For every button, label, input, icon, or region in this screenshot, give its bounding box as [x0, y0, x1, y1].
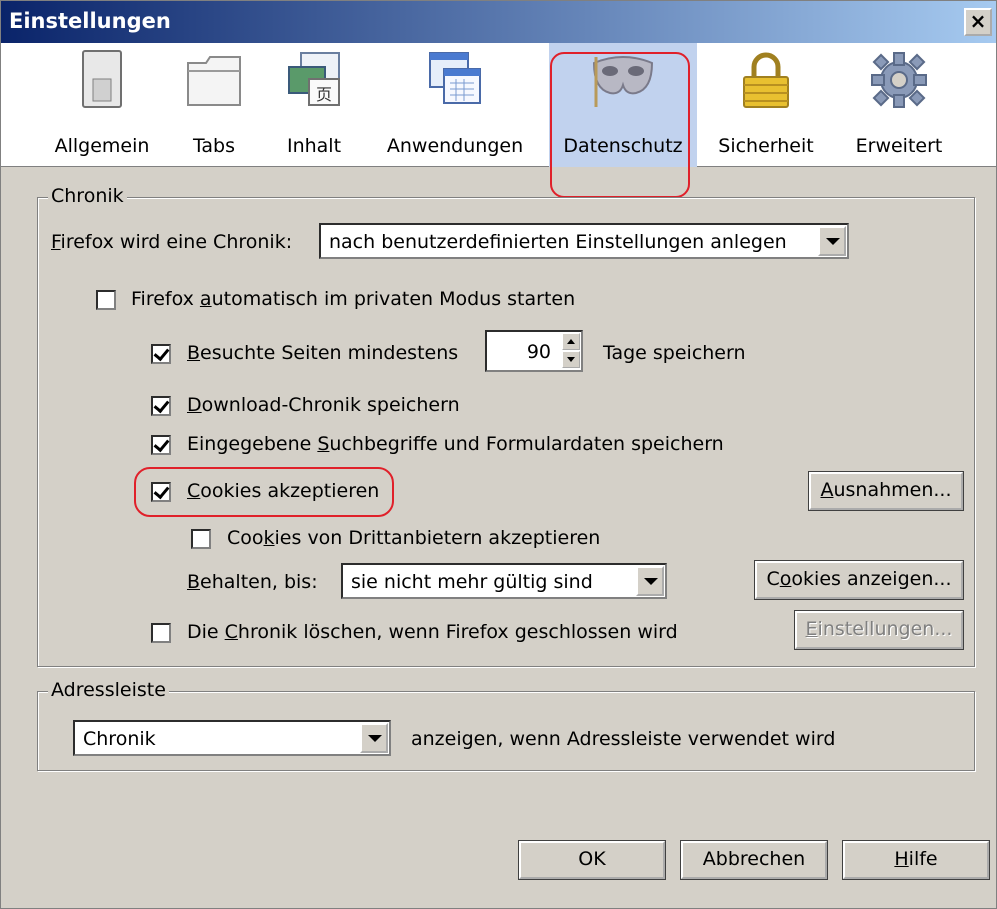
visited-days-value: 90 — [526, 341, 551, 363]
svg-text:页: 页 — [316, 85, 332, 104]
history-mode-select[interactable]: nach benutzerdefinierten Einstellungen a… — [319, 223, 849, 259]
visited-pages-label: Besuchte Seiten mindestens — [187, 342, 459, 364]
tab-sicherheit[interactable]: Sicherheit — [711, 43, 821, 167]
tab-tabs[interactable]: Tabs — [169, 43, 259, 167]
category-toolbar: Allgemein Tabs 页 Inhalt Anwendungen Date… — [1, 43, 996, 198]
chevron-down-icon[interactable] — [818, 226, 846, 256]
tab-anwendungen[interactable]: Anwendungen — [379, 43, 531, 167]
addressbar-legend: Adressleiste — [48, 679, 169, 701]
close-button[interactable]: × — [964, 8, 992, 36]
applications-icon — [429, 52, 481, 104]
tab-allgemein[interactable]: Allgemein — [47, 43, 157, 167]
title-bar[interactable]: Einstellungen × — [1, 1, 996, 43]
private-mode-label: Firefox automatisch im privaten Modus st… — [131, 288, 576, 310]
search-form-label: Eingegebene Suchbegriffe und Formulardat… — [187, 433, 724, 455]
spin-up-icon[interactable] — [562, 333, 580, 350]
days-suffix-label: Tage speichern — [603, 342, 746, 364]
preferences-window: Einstellungen × Allgemein Tabs 页 Inhalt … — [0, 0, 997, 909]
clear-on-close-label: Die Chronik löschen, wenn Firefox geschl… — [187, 621, 678, 643]
gear-icon — [871, 52, 927, 108]
visited-pages-checkbox[interactable] — [151, 344, 171, 364]
tab-erweitert[interactable]: Erweitert — [839, 43, 959, 167]
highlight-marker — [134, 467, 394, 517]
spin-down-icon[interactable] — [562, 351, 580, 368]
switch-icon — [82, 50, 122, 108]
addressbar-select[interactable]: Chronik — [73, 720, 391, 756]
history-settings-button[interactable]: Einstellungen... — [794, 610, 964, 650]
download-history-label: Download-Chronik speichern — [187, 394, 460, 416]
addressbar-suffix-label: anzeigen, wenn Adressleiste verwendet wi… — [411, 728, 836, 750]
keep-until-label: Behalten, bis: — [187, 571, 318, 593]
content-icon: 页 — [288, 52, 340, 106]
clear-on-close-checkbox[interactable] — [151, 623, 171, 643]
tab-label: Sicherheit — [718, 135, 814, 157]
tab-label: Anwendungen — [386, 135, 524, 157]
tab-label: Erweitert — [855, 135, 943, 157]
third-party-cookies-label: Cookies von Drittanbietern akzeptieren — [227, 527, 601, 549]
help-button[interactable]: Hilfe — [842, 840, 990, 880]
download-history-checkbox[interactable] — [151, 396, 171, 416]
history-mode-value: nach benutzerdefinierten Einstellungen a… — [329, 231, 787, 253]
tab-label: Inhalt — [286, 135, 342, 157]
history-legend: Chronik — [48, 185, 127, 207]
tab-label: Allgemein — [54, 135, 150, 157]
visited-days-spinner[interactable]: 90 — [485, 330, 583, 372]
tab-label: Tabs — [192, 135, 236, 157]
lock-icon — [743, 52, 789, 108]
third-party-cookies-checkbox[interactable] — [191, 529, 211, 549]
search-form-checkbox[interactable] — [151, 435, 171, 455]
ok-button[interactable]: OK — [518, 840, 666, 880]
tab-inhalt[interactable]: 页 Inhalt — [269, 43, 359, 167]
chevron-down-icon[interactable] — [360, 723, 388, 753]
addressbar-value: Chronik — [83, 728, 156, 750]
close-icon: × — [969, 9, 987, 33]
keep-until-value: sie nicht mehr gültig sind — [351, 571, 593, 593]
chevron-down-icon[interactable] — [636, 566, 664, 596]
history-mode-label: Firefox wird eine Chronik: — [51, 231, 293, 253]
tabs-icon — [187, 56, 241, 106]
private-mode-checkbox[interactable] — [96, 290, 116, 310]
exceptions-button[interactable]: Ausnahmen... — [808, 471, 964, 511]
keep-until-select[interactable]: sie nicht mehr gültig sind — [341, 563, 667, 599]
cancel-button[interactable]: Abbrechen — [680, 840, 828, 880]
window-title: Einstellungen — [9, 9, 171, 33]
highlight-marker — [550, 52, 690, 198]
show-cookies-button[interactable]: Cookies anzeigen... — [754, 560, 964, 600]
